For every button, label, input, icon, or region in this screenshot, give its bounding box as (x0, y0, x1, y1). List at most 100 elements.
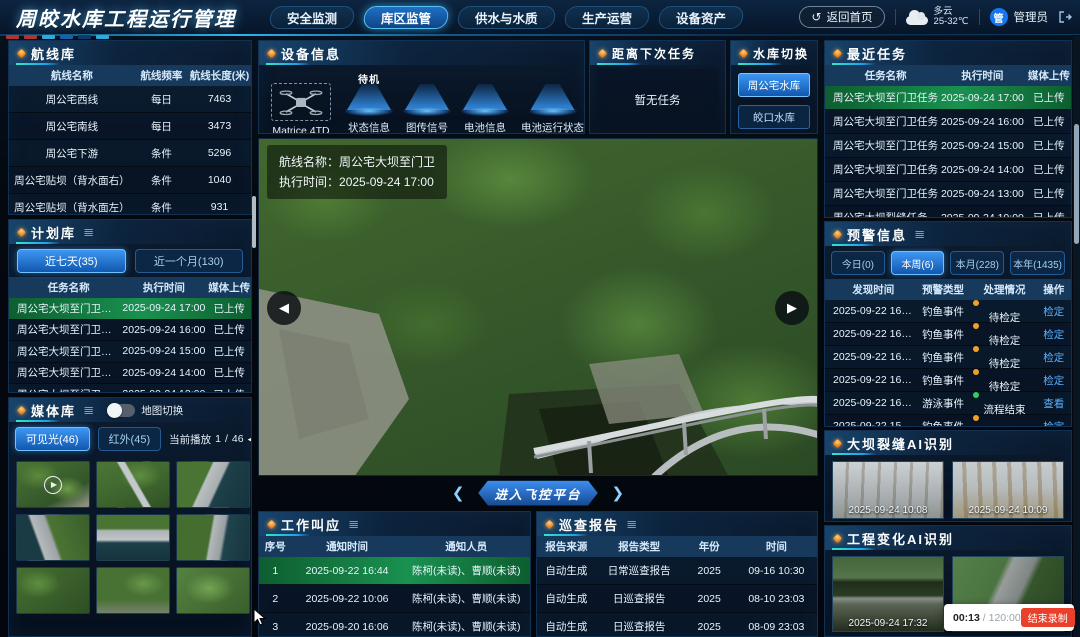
reservoir-option[interactable]: 皎口水库 (738, 105, 810, 129)
panel-title: 大坝裂缝AI识别 (847, 434, 954, 453)
page-scrollbar[interactable] (1073, 36, 1080, 637)
nav-tab[interactable]: 供水与水质 (456, 6, 556, 29)
prev-media-icon[interactable]: ◀ (248, 434, 252, 445)
nav-tab[interactable]: 安全监测 (268, 6, 355, 29)
flight-platform-button[interactable]: 进入飞控平台 (468, 481, 607, 506)
logout-icon[interactable] (1058, 10, 1072, 24)
route-row[interactable]: 周公宅南线 每日 3473 (9, 113, 251, 140)
work-row[interactable]: 2 2025-09-22 10:06 陈柯(未读)、曹顺(未读) (259, 585, 530, 613)
device-status-item[interactable]: 电池信息 (463, 71, 507, 134)
plan-row[interactable]: 周公宅大坝至门卫任务 2025-09-24 13:00 已上传 (9, 384, 251, 393)
recent-task-row[interactable]: 周公宅大坝至门卫任务 2025-09-24 15:00 已上传 (825, 134, 1071, 158)
media-tab[interactable]: 红外(45) (98, 427, 162, 451)
media-thumbnail[interactable]: ▶ (96, 461, 170, 508)
nav-tab[interactable]: 设备资产 (657, 6, 744, 29)
nav-tab[interactable]: 库区监管 (362, 6, 449, 29)
crack-image[interactable]: 2025-09-24 10:09 (952, 461, 1064, 519)
status-dot (973, 300, 979, 306)
plan-row[interactable]: 周公宅大坝至门卫任务 2025-09-24 15:00 已上传 (9, 341, 251, 363)
alert-tab[interactable]: 本年(1435) (1010, 251, 1065, 275)
alert-action-link[interactable]: 检定 (1037, 373, 1071, 388)
recent-task-row[interactable]: 周公宅大坝至门卫任务 2025-09-24 14:00 已上传 (825, 158, 1071, 182)
scrollbar-thumb[interactable] (1074, 124, 1079, 244)
image-timestamp: 2025-09-24 17:32 (833, 618, 943, 629)
alert-action-link[interactable]: 检定 (1037, 350, 1071, 365)
back-home-button[interactable]: ↺ 返回首页 (799, 6, 884, 28)
work-row[interactable]: 1 2025-09-22 16:44 陈柯(未读)、曹顺(未读) (259, 557, 530, 585)
page-title: 周皎水库工程运行管理 (16, 3, 236, 32)
report-row[interactable]: 自动生成 日巡查报告 2025 08-10 23:03 (537, 585, 817, 613)
stop-recording-button[interactable]: 结束录制 (1021, 608, 1075, 627)
plan-tab[interactable]: 近七天(35) (17, 249, 126, 273)
report-row[interactable]: 自动生成 日常巡查报告 2025 09-16 10:30 (537, 557, 817, 585)
alert-action-link[interactable]: 检定 (1037, 304, 1071, 319)
panel-marker-icon (545, 519, 555, 529)
next-video-button[interactable]: ▶ (775, 291, 809, 325)
change-image[interactable]: 2025-09-24 17:32 (832, 556, 944, 632)
recent-task-row[interactable]: 周公宅大坝裂缝任务 2025-09-24 10:00 已上传 (825, 206, 1071, 218)
reservoir-switch-panel: 水库切换 周公宅水库皎口水库 (730, 40, 818, 134)
route-row[interactable]: 周公宅贴坝（背水面右） 条件 1040 (9, 167, 251, 194)
alert-tabs: 今日(0)本周(6)本月(228)本年(1435) (825, 246, 1071, 279)
media-library-panel: 媒体库 ≣ 地图切换 可见光(46)红外(45) 当前播放 1 / 46 ◀ ▶… (8, 397, 252, 637)
crack-image[interactable]: 2025-09-24 10:08 (832, 461, 944, 519)
map-toggle[interactable] (107, 404, 135, 417)
media-thumbnail[interactable]: ▶ (16, 514, 90, 561)
panel-marker-icon (833, 229, 843, 239)
route-row[interactable]: 周公宅贴坝（背水面左） 条件 931 (9, 194, 251, 215)
alert-tab[interactable]: 本周(6) (891, 251, 945, 275)
report-row[interactable]: 自动生成 日巡查报告 2025 08-09 23:03 (537, 613, 817, 637)
reservoir-option[interactable]: 周公宅水库 (738, 73, 810, 97)
device-info-panel: 设备信息 Matri (258, 40, 585, 134)
plan-tabs: 近七天(35) 近一个月(130) (9, 244, 251, 277)
plan-table-body: 周公宅大坝至门卫任务 2025-09-24 17:00 已上传 周公宅大坝至门卫… (9, 298, 251, 393)
media-tab[interactable]: 可见光(46) (15, 427, 90, 451)
plan-library-panel: 计划库 ≣ 近七天(35)近一个月(130) 任务名称 执行时间 媒体上传 周公… (8, 219, 252, 393)
work-table-body: 1 2025-09-22 16:44 陈柯(未读)、曹顺(未读) 2 2025-… (259, 557, 530, 637)
media-thumbnail[interactable]: ▶ (176, 461, 250, 508)
plan-row[interactable]: 周公宅大坝至门卫任务 2025-09-24 17:00 已上传 (9, 298, 251, 320)
alert-tab[interactable]: 今日(0) (831, 251, 885, 275)
media-thumbnail[interactable]: ▶ (96, 567, 170, 614)
media-thumbnail[interactable]: ▶ (176, 567, 250, 614)
route-name: 周公宅大坝至门卫 (339, 155, 435, 169)
media-thumbnail[interactable]: ▶ (96, 514, 170, 561)
panel-title: 工程变化AI识别 (847, 529, 954, 548)
list-icon: ≣ (83, 226, 94, 239)
left-column-scroll-thumb[interactable] (252, 196, 256, 248)
alert-action-link[interactable]: 查看 (1037, 396, 1071, 411)
device-status-item[interactable]: 电池运行状态 (521, 71, 584, 134)
alert-row[interactable]: 2025-09-22 15:33 钓鱼事件 待检定 检定 (825, 415, 1071, 427)
crack-images: 2025-09-24 10:08 2025-09-24 10:09 (825, 455, 1071, 522)
panel-header: 计划库 ≣ (9, 220, 251, 244)
prev-video-button[interactable]: ◀ (267, 291, 301, 325)
plan-tab[interactable]: 近一个月(130) (135, 249, 244, 273)
alert-tab[interactable]: 本月(228) (950, 251, 1004, 275)
plan-row[interactable]: 周公宅大坝至门卫任务 2025-09-24 14:00 已上传 (9, 363, 251, 385)
panel-title: 媒体库 (31, 401, 76, 420)
user-widget[interactable]: 管 管理员 (990, 8, 1049, 26)
panel-header: 媒体库 ≣ 地图切换 (9, 398, 251, 422)
work-row[interactable]: 3 2025-09-20 16:06 陈柯(未读)、曹顺(未读) (259, 613, 530, 637)
media-thumbnail[interactable]: ▶ (176, 514, 250, 561)
device-status-item[interactable]: 图传信号 (405, 71, 449, 134)
plan-row[interactable]: 周公宅大坝至门卫任务 2025-09-24 16:00 已上传 (9, 320, 251, 342)
device-status-item[interactable]: 待机 状态信息 (347, 71, 391, 134)
route-library-panel: 航线库 航线名称 航线频率 航线长度(米) 周公宅西线 每日 7463 周公宅南… (8, 40, 252, 215)
media-thumbnail[interactable]: ▶ (16, 567, 90, 614)
panel-marker-icon (833, 48, 843, 58)
recent-task-row[interactable]: 周公宅大坝至门卫任务 2025-09-24 17:00 已上传 (825, 86, 1071, 110)
alert-action-link[interactable]: 检定 (1037, 327, 1071, 342)
alerts-table-body: 2025-09-22 16:32 钓鱼事件 待检定 检定 2025-09-22 … (825, 300, 1071, 427)
recent-task-row[interactable]: 周公宅大坝至门卫任务 2025-09-24 16:00 已上传 (825, 110, 1071, 134)
media-thumbnail[interactable]: ▶ (16, 461, 90, 508)
alert-action-link[interactable]: 检定 (1037, 419, 1071, 428)
device-name: Matrice 4TD (272, 125, 329, 134)
list-icon: ≣ (914, 228, 925, 241)
route-row[interactable]: 周公宅西线 每日 7463 (9, 86, 251, 113)
recent-task-row[interactable]: 周公宅大坝至门卫任务 2025-09-24 13:00 已上传 (825, 182, 1071, 206)
avatar: 管 (990, 8, 1008, 26)
route-row[interactable]: 周公宅下游 条件 5296 (9, 140, 251, 167)
nav-tab[interactable]: 生产运营 (563, 6, 650, 29)
main-nav: 安全监测库区监管供水与水质生产运营设备资产 (270, 6, 743, 29)
